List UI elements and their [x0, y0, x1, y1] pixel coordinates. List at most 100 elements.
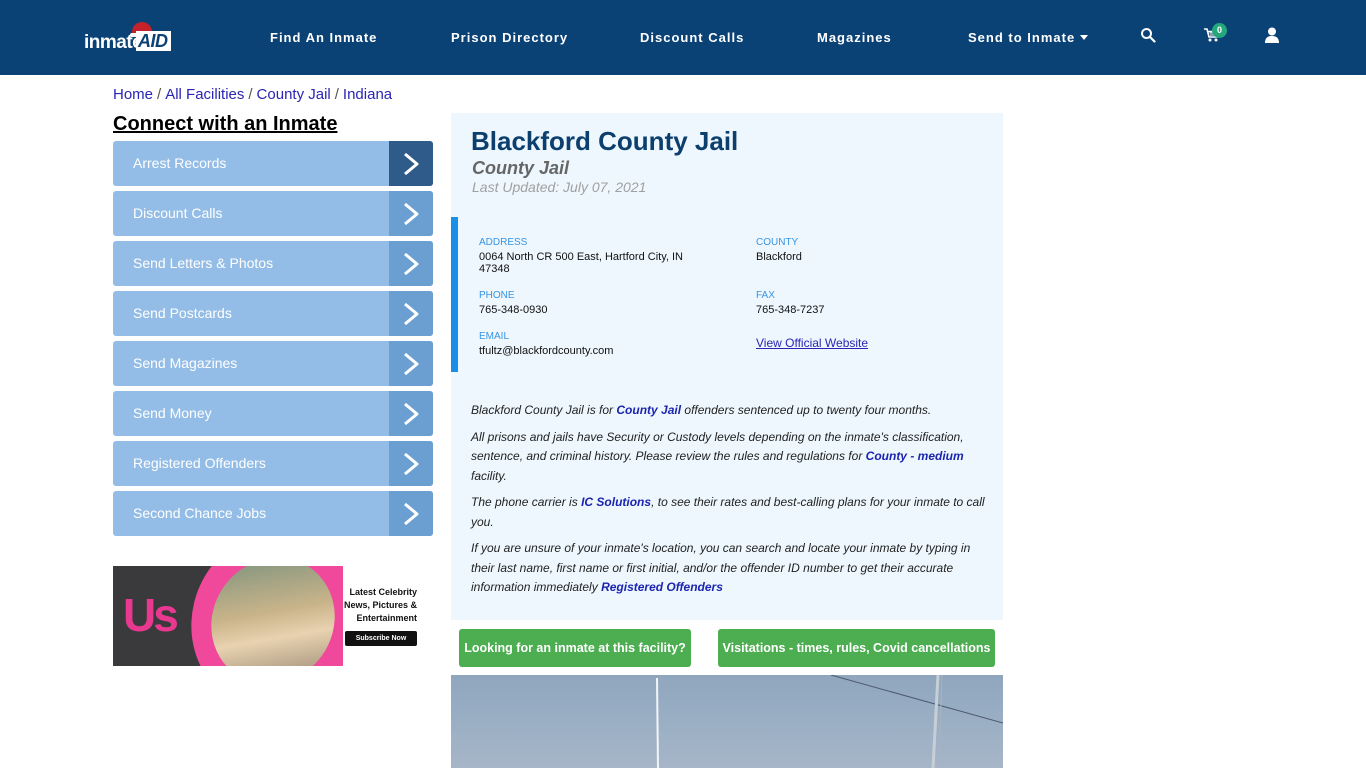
find-inmate-at-facility-button[interactable]: Looking for an inmate at this facility?	[459, 629, 691, 667]
sidebar-item-arrest-records[interactable]: Arrest Records	[113, 141, 433, 186]
account-button[interactable]	[1265, 27, 1283, 45]
description-paragraph: Blackford County Jail is for County Jail…	[471, 401, 991, 421]
facility-photo-illustration	[656, 675, 1003, 768]
arrow-box	[389, 491, 433, 536]
county-jail-link[interactable]: County Jail	[616, 403, 681, 417]
ad-brand-logo: Us	[123, 589, 179, 641]
sidebar-item-send-money[interactable]: Send Money	[113, 391, 433, 436]
nav-label: Prison Directory	[451, 30, 569, 45]
nav-magazines[interactable]: Magazines	[817, 30, 892, 45]
phone-field: PHONE 765-348-0930	[479, 290, 709, 316]
sidebar-item-label: Registered Offenders	[133, 455, 266, 471]
inmateaid-logo[interactable]: inmate AID	[84, 22, 180, 56]
radio-tower-strut	[938, 675, 943, 768]
sidebar-item-discount-calls[interactable]: Discount Calls	[113, 191, 433, 236]
breadcrumb: Home / All Facilities / County Jail / Indiana	[113, 86, 392, 103]
sidebar-item-label: Send Letters & Photos	[133, 255, 274, 271]
sidebar-item-label: Arrest Records	[133, 155, 227, 171]
chevron-right-icon	[404, 152, 419, 176]
ad-tagline-line: News, Pictures &	[343, 600, 417, 610]
cart-count-badge: 0	[1212, 23, 1227, 38]
county-field: COUNTY Blackford	[756, 237, 986, 263]
ad-tagline-line: Entertainment	[356, 613, 417, 623]
ad-tagline: Latest Celebrity News, Pictures & Entert…	[344, 586, 417, 625]
arrow-box	[389, 291, 433, 336]
county-medium-link[interactable]: County - medium	[866, 449, 964, 463]
description-text: Blackford County Jail is for	[471, 403, 617, 417]
radio-tower	[931, 675, 940, 768]
registered-offenders-link[interactable]: Registered Offenders	[601, 580, 723, 594]
nav-label: Send to Inmate	[968, 30, 1076, 45]
facility-photo	[451, 675, 1003, 768]
sidebar-item-second-chance-jobs[interactable]: Second Chance Jobs	[113, 491, 433, 536]
email-label: EMAIL	[479, 331, 510, 342]
logo-text-inmate: inmate	[84, 32, 143, 53]
sidebar-item-send-magazines[interactable]: Send Magazines	[113, 341, 433, 386]
search-button[interactable]	[1140, 27, 1158, 45]
chevron-right-icon	[404, 302, 419, 326]
email-field: EMAIL tfultz@blackfordcounty.com	[479, 331, 709, 357]
chevron-right-icon	[404, 502, 419, 526]
breadcrumb-separator: /	[334, 86, 339, 103]
nav-prison-directory[interactable]: Prison Directory	[451, 30, 568, 45]
sidebar-item-label: Send Postcards	[133, 305, 232, 321]
nav-discount-calls[interactable]: Discount Calls	[640, 30, 744, 45]
address-value: 0064 North CR 500 East, Hartford City, I…	[479, 251, 683, 275]
caret-down-icon	[1080, 35, 1089, 40]
email-value: tfultz@blackfordcounty.com	[479, 345, 614, 357]
us-weekly-ad-banner[interactable]: Us Latest Celebrity News, Pictures & Ent…	[113, 566, 433, 666]
fax-field: FAX 765-348-7237	[756, 290, 986, 316]
facility-info-box: ADDRESS 0064 North CR 500 East, Hartford…	[451, 217, 1003, 372]
facility-type: County Jail	[472, 158, 570, 178]
sidebar-item-send-postcards[interactable]: Send Postcards	[113, 291, 433, 336]
chevron-right-icon	[404, 352, 419, 376]
description-text: offenders sentenced up to twenty four mo…	[681, 403, 932, 417]
sidebar-item-registered-offenders[interactable]: Registered Offenders	[113, 441, 433, 486]
nav-send-to-inmate[interactable]: Send to Inmate	[968, 30, 1089, 45]
fax-value: 765-348-7237	[756, 304, 825, 316]
chevron-right-icon	[404, 252, 419, 276]
nav-find-an-inmate[interactable]: Find An Inmate	[270, 30, 377, 45]
arrow-box	[389, 441, 433, 486]
sidebar-item-send-letters-photos[interactable]: Send Letters & Photos	[113, 241, 433, 286]
address-field: ADDRESS 0064 North CR 500 East, Hartford…	[479, 237, 694, 275]
address-label: ADDRESS	[479, 237, 528, 248]
county-label: COUNTY	[756, 237, 799, 248]
breadcrumb-indiana[interactable]: Indiana	[343, 86, 392, 103]
description-text: The phone carrier is	[471, 495, 582, 509]
breadcrumb-all-facilities[interactable]: All Facilities	[165, 86, 244, 103]
visitations-button[interactable]: Visitations - times, rules, Covid cancel…	[718, 629, 995, 667]
breadcrumb-separator: /	[248, 86, 253, 103]
search-icon	[1141, 28, 1156, 43]
phone-value: 765-348-0930	[479, 304, 548, 316]
nav-label: Magazines	[817, 30, 892, 45]
arrow-box	[389, 391, 433, 436]
fax-label: FAX	[756, 290, 775, 301]
facility-description: Blackford County Jail is for County Jail…	[471, 401, 991, 605]
breadcrumb-county-jail[interactable]: County Jail	[257, 86, 331, 103]
power-line	[830, 675, 1003, 724]
accent-bar	[451, 217, 458, 372]
breadcrumb-home[interactable]: Home	[113, 86, 153, 103]
ad-subscribe-button[interactable]: Subscribe Now	[345, 631, 417, 646]
view-official-website-link[interactable]: View Official Website	[756, 336, 868, 350]
user-icon	[1265, 27, 1279, 43]
sidebar-title: Connect with an Inmate	[113, 113, 338, 135]
logo-text-aid: AID	[136, 31, 171, 51]
chevron-right-icon	[404, 202, 419, 226]
arrow-box	[389, 141, 433, 186]
description-paragraph: All prisons and jails have Security or C…	[471, 428, 991, 487]
flagpole	[656, 677, 659, 768]
arrow-box	[389, 191, 433, 236]
ic-solutions-link[interactable]: IC Solutions	[581, 495, 651, 509]
ad-tagline-line: Latest Celebrity	[349, 587, 417, 597]
nav-label: Discount Calls	[640, 30, 745, 45]
arrow-box	[389, 241, 433, 286]
sidebar-item-label: Send Magazines	[133, 355, 238, 371]
chevron-right-icon	[404, 402, 419, 426]
nav-label: Find An Inmate	[270, 30, 378, 45]
county-value: Blackford	[756, 251, 802, 263]
description-paragraph: The phone carrier is IC Solutions, to se…	[471, 493, 991, 532]
description-paragraph: If you are unsure of your inmate's locat…	[471, 539, 991, 598]
website-field: View Official Website	[756, 334, 986, 352]
